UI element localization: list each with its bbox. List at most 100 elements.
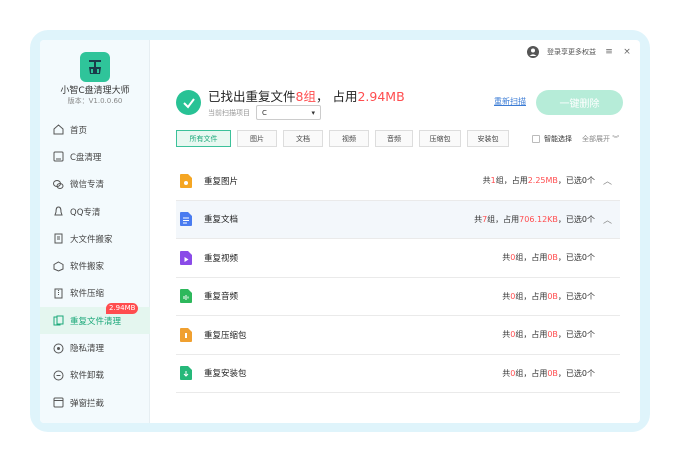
tab-4[interactable]: 音频 [375,130,413,147]
category-stats: 共1组，占用2.25MB，已选0个 [483,175,595,186]
sidebar-item-label: 微信专清 [70,180,105,191]
sidebar-item-label: 软件卸载 [70,371,105,382]
category-row[interactable]: 重复视频 共0组，占用0B，已选0个 [176,239,620,278]
stat-post: ，已选0个 [557,330,595,340]
archive-file-icon [180,327,192,342]
installer-file-icon [180,366,192,381]
tab-3[interactable]: 视频 [329,130,369,147]
check-icon [176,90,201,115]
category-row[interactable]: 重复文档 共7组，占用706.12KB，已选0个 ︿ [176,200,620,239]
category-row[interactable]: 重复压缩包 共0组，占用0B，已选0个 [176,316,620,355]
stat-mid: 组，占用 [515,368,548,378]
expand-all-toggle[interactable]: 全部展开 ︾ [582,134,619,144]
category-row[interactable]: 重复安装包 共0组，占用0B，已选0个 [176,355,620,393]
category-row[interactable]: 重复音频 共0组，占用0B，已选0个 [176,278,620,316]
stat-mid: 组，占用 [515,330,548,340]
stat-size: 0B [547,330,558,340]
sidebar-item-label: C盘清理 [70,152,102,163]
document-file-icon [180,212,192,227]
one-click-delete-button[interactable]: 一键删除 [536,90,623,115]
sidebar-item-label: 隐私清理 [70,344,105,355]
scan-drive-value: C [262,108,267,117]
stat-size: 2.25MB [527,176,558,186]
sidebar-item-8[interactable]: 隐私清理 [40,334,150,361]
rescan-link[interactable]: 重新扫描 [494,96,526,107]
app-window: 小智C盘清理大师 版本：V1.0.0.60 首页 C盘清理 微信专清 QQ专清 大文件搬… [40,40,640,423]
sidebar-item-0[interactable]: 首页 [40,116,150,143]
headline-occupy: 占用 [332,89,358,104]
stat-size: 0B [547,368,558,378]
category-name: 重复安装包 [204,369,247,380]
sidebar-item-7[interactable]: 重复文件清理 2.94MB [40,303,150,335]
sidebar-item-9[interactable]: 软件卸载 [40,362,150,389]
close-icon[interactable]: × [622,47,632,57]
double-chevron-down-icon: ︾ [612,135,620,143]
login-link[interactable]: 登录享更多权益 [547,47,596,57]
smart-select-label: 智能选择 [544,135,572,143]
category-name: 重复压缩包 [204,330,247,341]
qq-icon [53,206,64,217]
tab-5[interactable]: 压缩包 [419,130,461,147]
tab-2[interactable]: 文档 [283,130,323,147]
sidebar-item-label: 弹窗拦截 [70,398,105,409]
sidebar-item-10[interactable]: 弹窗拦截 [40,389,150,416]
privacy-icon [53,343,64,354]
duplicate-file-icon [53,315,64,326]
category-stats: 共0组，占用0B，已选0个 [502,368,595,379]
file-move-icon [53,233,64,244]
sidebar-item-2[interactable]: 微信专清 [40,171,150,198]
stat-size: 706.12KB [519,214,558,224]
category-name: 重复视频 [204,253,239,264]
box-icon [53,261,64,272]
category-name: 重复图片 [204,176,239,187]
sidebar-item-label: 首页 [70,125,88,136]
sidebar-item-1[interactable]: C盘清理 [40,143,150,170]
stat-post: ，已选0个 [557,291,595,301]
video-file-icon [180,250,192,265]
sidebar-item-label: 大文件搬家 [70,234,113,245]
wechat-icon [53,179,64,190]
popup-block-icon [53,397,64,408]
stat-pre: 共 [474,214,483,224]
stat-post: ，已选0个 [557,368,595,378]
stat-mid: 组，占用 [495,176,528,186]
stat-mid: 组，占用 [487,214,520,224]
scan-drive-select[interactable]: C ▾ [256,105,321,120]
sidebar-item-label: 软件压缩 [70,289,105,300]
category-stats: 共7组，占用706.12KB，已选0个 [474,214,595,225]
sidebar: 小智C盘清理大师 版本：V1.0.0.60 首页 C盘清理 微信专清 QQ专清 大文件搬… [40,40,150,423]
sidebar-item-5[interactable]: 软件搬家 [40,252,150,279]
filter-tabs: 所有文件 图片 文档 视频 音频 压缩包 安装包 [176,130,509,147]
duplicate-category-list: 重复图片 共1组，占用2.25MB，已选0个 ︿ 重复文档 共7组，占用706.12KB… [176,162,620,393]
smart-select[interactable]: 智能选择 [532,134,572,144]
user-avatar-icon[interactable] [527,43,539,62]
sidebar-item-4[interactable]: 大文件搬家 [40,225,150,252]
headline-prefix: 已找出重复文件 [208,89,296,104]
tab-6[interactable]: 安装包 [467,130,509,147]
broom-icon [53,151,64,162]
topbar: 登录享更多权益 ≡ × [527,40,640,64]
headline-size: 2.94MB [357,89,405,104]
stat-size: 0B [547,291,558,301]
tab-1[interactable]: 图片 [237,130,277,147]
category-name: 重复音频 [204,292,239,303]
menu-icon[interactable]: ≡ [604,47,614,57]
category-row[interactable]: 重复图片 共1组，占用2.25MB，已选0个 ︿ [176,162,620,201]
stat-size: 0B [547,253,558,263]
smart-select-checkbox[interactable] [532,135,540,143]
audio-file-icon [180,289,192,304]
home-icon [53,124,64,135]
stat-pre: 共 [482,176,491,186]
sidebar-nav: 首页 C盘清理微信专清 QQ专清大文件搬家软件搬家软件压缩重复文件清理 2.94MB 隐… [40,116,150,416]
dropdown-arrow-icon: ▾ [311,108,315,117]
chevron-up-icon[interactable]: ︿ [603,174,612,187]
scan-label: 当前扫描项目 [208,109,250,117]
category-stats: 共0组，占用0B，已选0个 [502,329,595,340]
sidebar-item-label: QQ专清 [70,207,101,218]
stat-post: ，已选0个 [557,176,595,186]
category-stats: 共0组，占用0B，已选0个 [502,252,595,263]
tab-0[interactable]: 所有文件 [176,130,231,147]
sidebar-item-3[interactable]: QQ专清 [40,198,150,225]
chevron-up-icon[interactable]: ︿ [603,213,612,226]
result-headline: 已找出重复文件8组， 占用2.94MB [208,89,405,104]
